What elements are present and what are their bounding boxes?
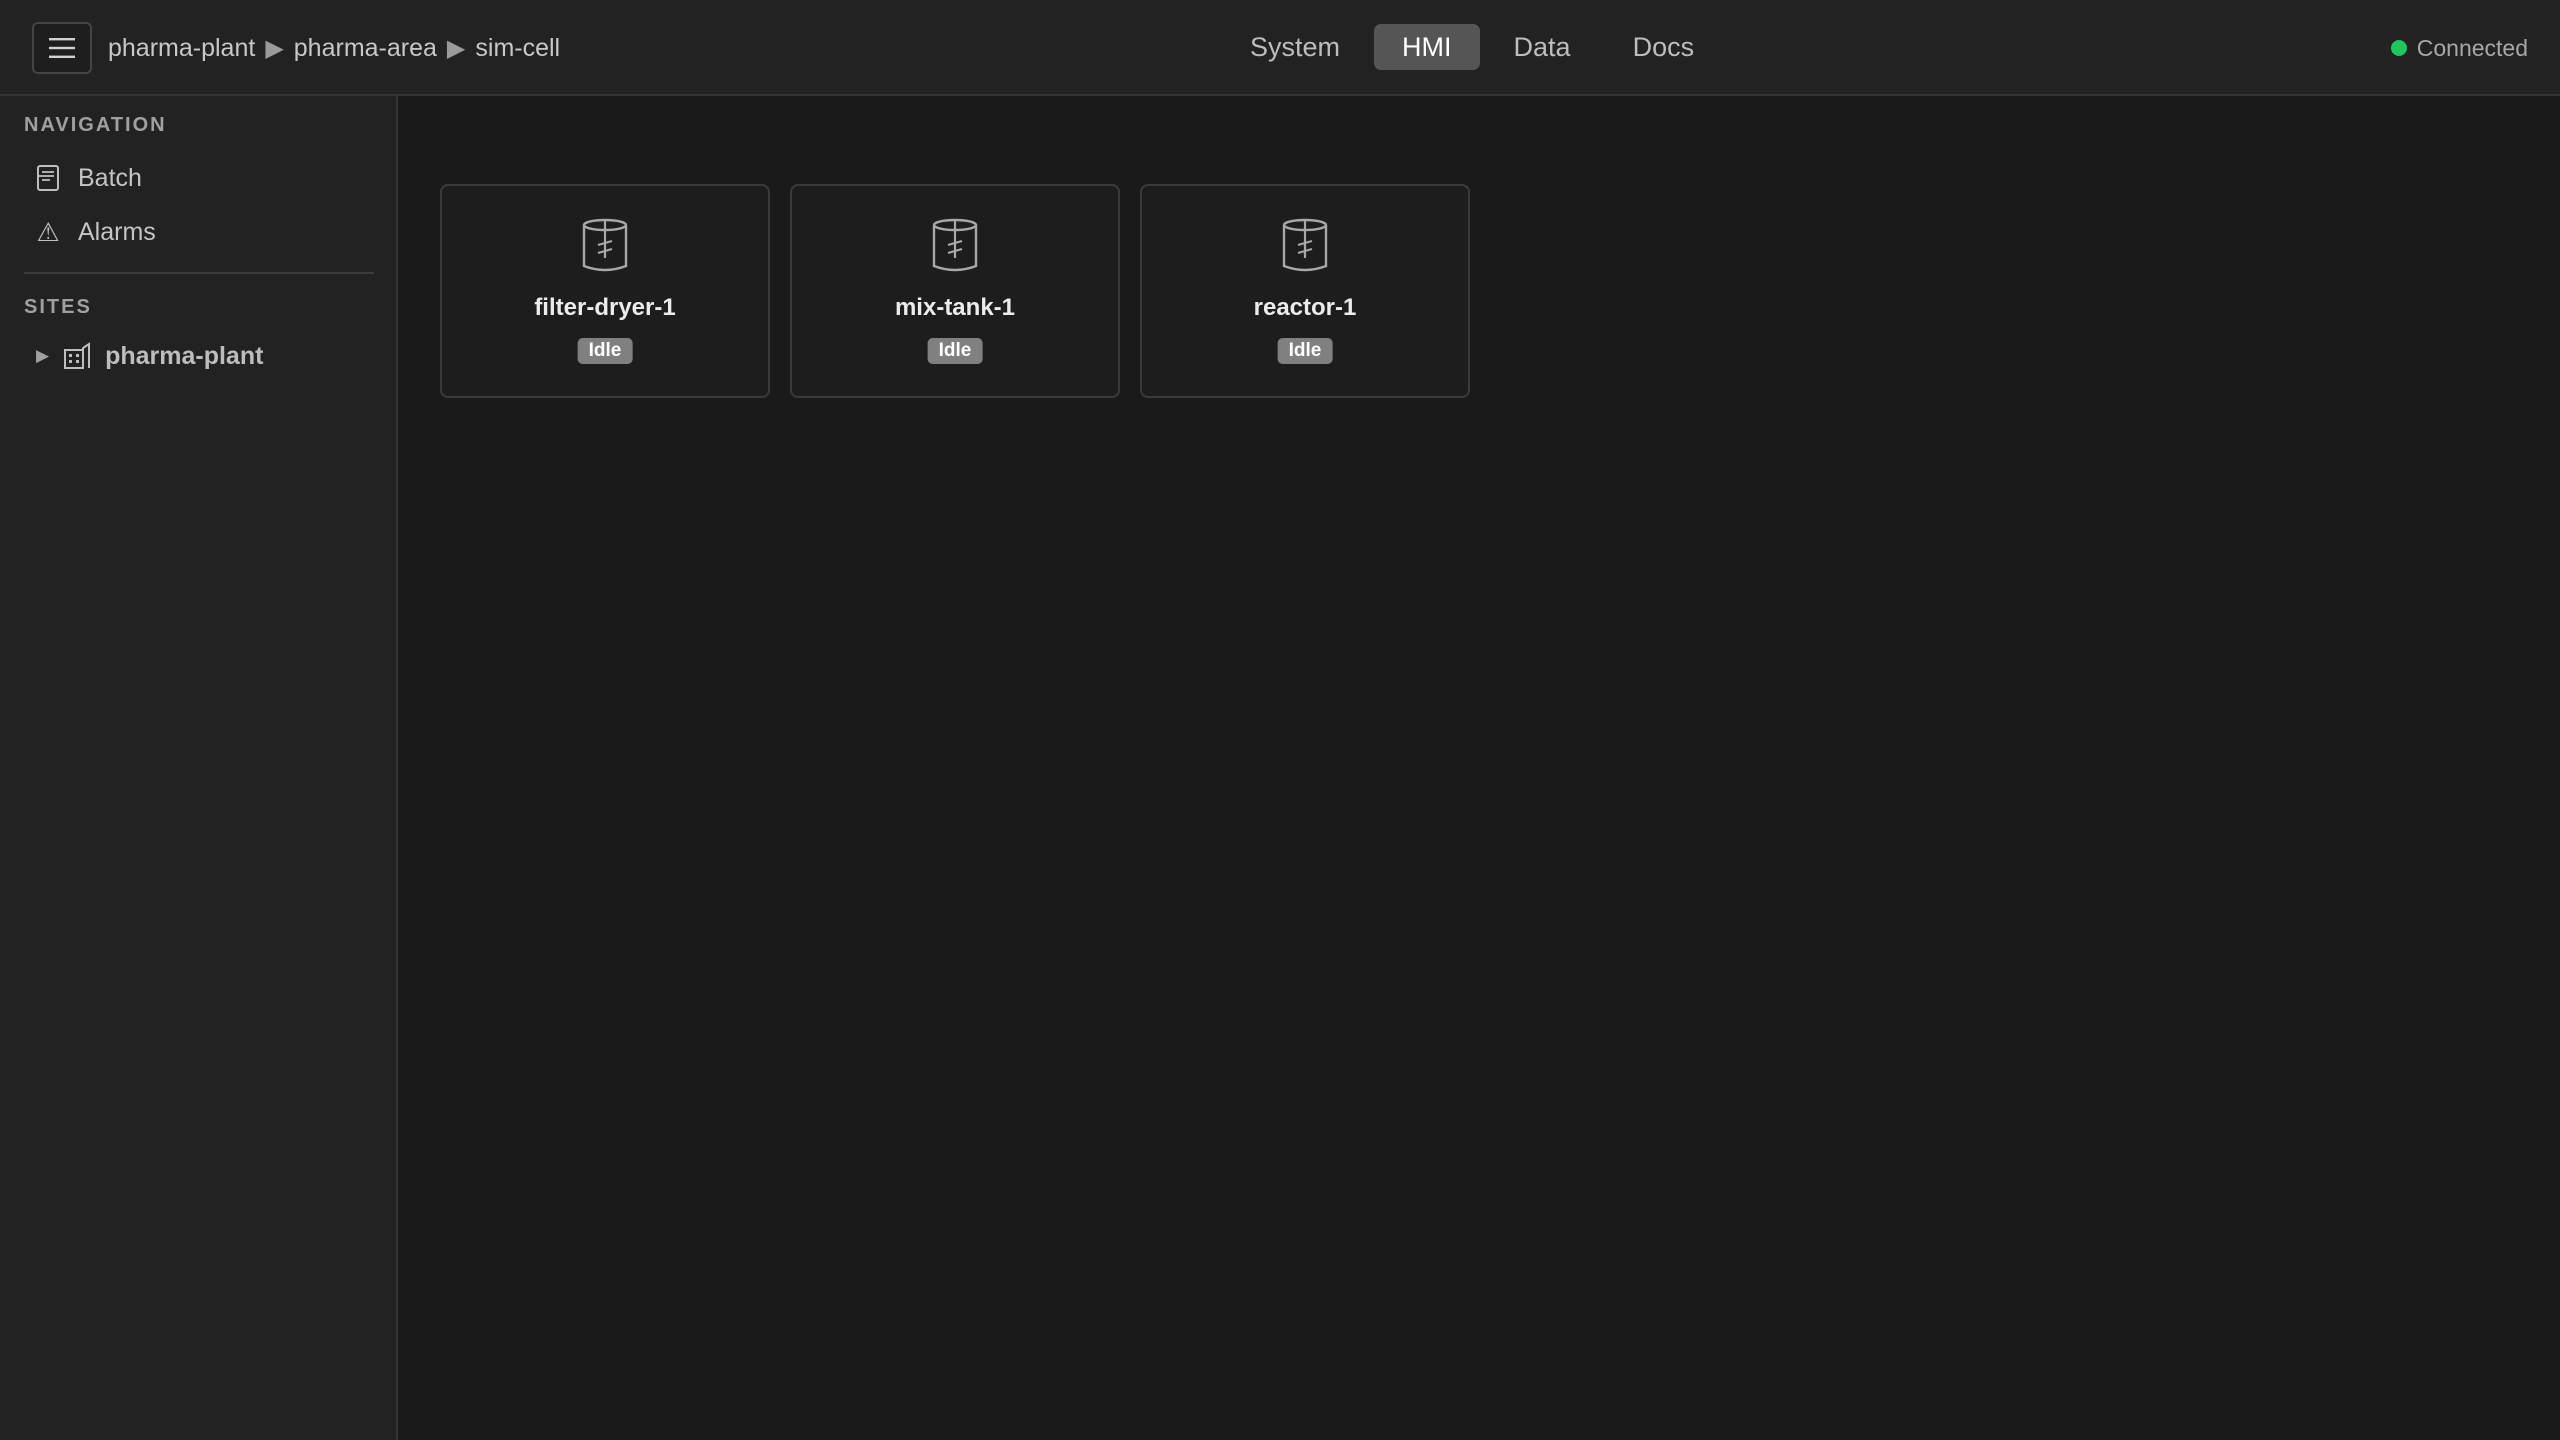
sidebar: NAVIGATION Batch ⚠ Alarms SITES ▶ pharma… <box>0 96 398 1440</box>
unit-name: mix-tank-1 <box>894 294 1016 321</box>
connection-label: Connected <box>2416 34 2528 61</box>
unit-card-mix-tank-1[interactable]: mix-tank-1 Idle <box>790 184 1120 398</box>
status-badge: Idle <box>927 338 983 364</box>
vessel-icon <box>1282 218 1328 272</box>
sidebar-item-alarms[interactable]: ⚠ Alarms <box>24 208 374 256</box>
tab-data[interactable]: Data <box>1486 24 1599 70</box>
unit-name: reactor-1 <box>1253 294 1357 321</box>
sidebar-item-batch[interactable]: Batch <box>24 154 374 202</box>
vessel-icon <box>932 218 978 272</box>
vessel-icon <box>582 218 628 272</box>
site-label: pharma-plant <box>105 341 264 370</box>
building-icon <box>64 342 91 369</box>
tab-docs[interactable]: Docs <box>1605 24 1723 70</box>
status-badge: Idle <box>577 338 633 364</box>
sidebar-item-label: Alarms <box>78 217 156 246</box>
breadcrumb-item-cell[interactable]: sim-cell <box>475 34 560 63</box>
site-tree-item-pharma-plant[interactable]: ▶ pharma-plant <box>24 334 374 378</box>
breadcrumb-item-site[interactable]: pharma-plant <box>108 34 255 63</box>
navigation-section-title: NAVIGATION <box>24 114 167 136</box>
sites-section-title: SITES <box>24 296 92 318</box>
breadcrumb-item-area[interactable]: pharma-area <box>294 34 437 63</box>
breadcrumb: pharma-plant ▶ pharma-area ▶ sim-cell <box>108 0 560 96</box>
unit-card-filter-dryer-1[interactable]: filter-dryer-1 Idle <box>440 184 770 398</box>
main-nav-tabs: System HMI Data Docs <box>1222 24 1722 70</box>
document-icon <box>37 165 59 191</box>
unit-name: filter-dryer-1 <box>534 294 676 321</box>
main-content: filter-dryer-1 Idle mix-tank-1 Idle reac… <box>400 96 2560 1440</box>
connection-status: Connected <box>2390 0 2528 96</box>
sidebar-item-label: Batch <box>78 163 142 192</box>
tab-hmi[interactable]: HMI <box>1374 24 1480 70</box>
top-bar: pharma-plant ▶ pharma-area ▶ sim-cell Sy… <box>0 0 2560 96</box>
sidebar-divider <box>24 272 374 274</box>
status-badge: Idle <box>1277 338 1333 364</box>
tab-system[interactable]: System <box>1222 24 1368 70</box>
hamburger-icon <box>49 38 75 58</box>
breadcrumb-separator: ▶ <box>265 34 284 62</box>
menu-toggle-button[interactable] <box>32 22 92 74</box>
warning-icon: ⚠ <box>36 216 60 247</box>
expand-arrow-icon[interactable]: ▶ <box>36 346 49 366</box>
status-dot-icon <box>2390 40 2407 56</box>
unit-card-reactor-1[interactable]: reactor-1 Idle <box>1140 184 1470 398</box>
breadcrumb-separator: ▶ <box>446 34 466 62</box>
